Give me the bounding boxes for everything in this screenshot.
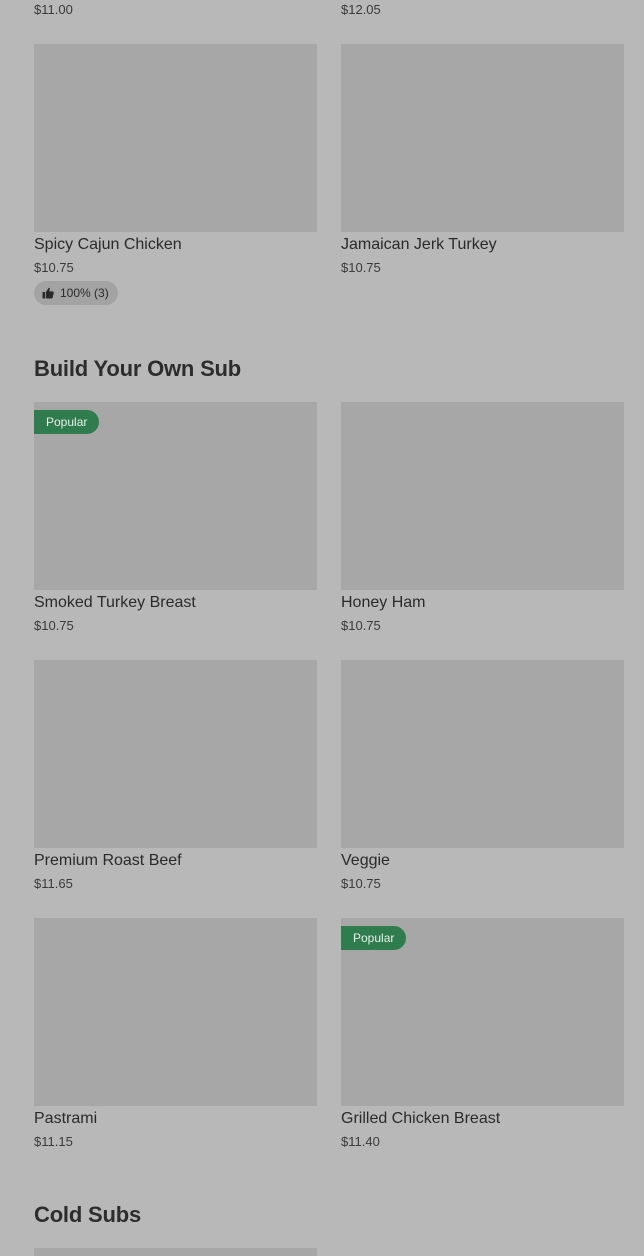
item-name: Pastrami — [34, 1110, 98, 1127]
rating-text: 100% (3) — [60, 286, 109, 300]
item-price: $10.75 — [341, 618, 381, 633]
menu-item-card[interactable]: Popular Smoked Turkey Breast $10.75 — [34, 402, 317, 642]
item-name: Jamaican Jerk Turkey — [341, 236, 497, 253]
menu-item-card[interactable]: Honey Ham $10.75 — [341, 402, 624, 642]
item-name: Honey Ham — [341, 594, 426, 611]
rating-badge: 100% (3) — [34, 281, 118, 305]
item-image — [341, 660, 624, 848]
menu-item-card[interactable]: Premium Roast Beef $11.65 — [34, 660, 317, 900]
item-image — [34, 660, 317, 848]
item-name: Grilled Chicken Breast — [341, 1110, 501, 1127]
item-price: $12.05 — [341, 2, 381, 17]
item-price: $11.15 — [34, 1134, 73, 1149]
menu-item-card[interactable]: Spicy Cajun Chicken $10.75 100% (3) — [34, 44, 317, 312]
item-price: $10.75 — [34, 260, 74, 275]
section-title-build-your-own: Build Your Own Sub — [34, 356, 242, 381]
item-price: $10.75 — [34, 618, 74, 633]
item-image — [34, 44, 317, 232]
popular-badge: Popular — [34, 410, 100, 434]
item-image[interactable] — [34, 1248, 317, 1256]
thumbs-up-icon — [42, 287, 54, 299]
item-image — [341, 44, 624, 232]
item-image — [34, 918, 317, 1106]
item-name: Premium Roast Beef — [34, 852, 182, 869]
item-price: $11.40 — [341, 1134, 380, 1149]
item-name: Smoked Turkey Breast — [34, 594, 196, 611]
item-name: Veggie — [341, 852, 390, 869]
item-price: $10.75 — [341, 260, 381, 275]
item-image — [341, 402, 624, 590]
item-price: $11.00 — [34, 2, 73, 17]
menu-item-card[interactable]: Jamaican Jerk Turkey $10.75 — [341, 44, 624, 284]
item-price: $10.75 — [341, 876, 381, 891]
item-price: $11.65 — [34, 876, 73, 891]
menu-item-card[interactable]: Veggie $10.75 — [341, 660, 624, 900]
popular-badge: Popular — [341, 926, 407, 950]
section-title-cold-subs: Cold Subs — [34, 1202, 141, 1227]
item-name: Spicy Cajun Chicken — [34, 236, 182, 253]
menu-item-card[interactable]: Popular Grilled Chicken Breast $11.40 — [341, 918, 624, 1158]
menu-item-card[interactable]: Pastrami $11.15 — [34, 918, 317, 1158]
